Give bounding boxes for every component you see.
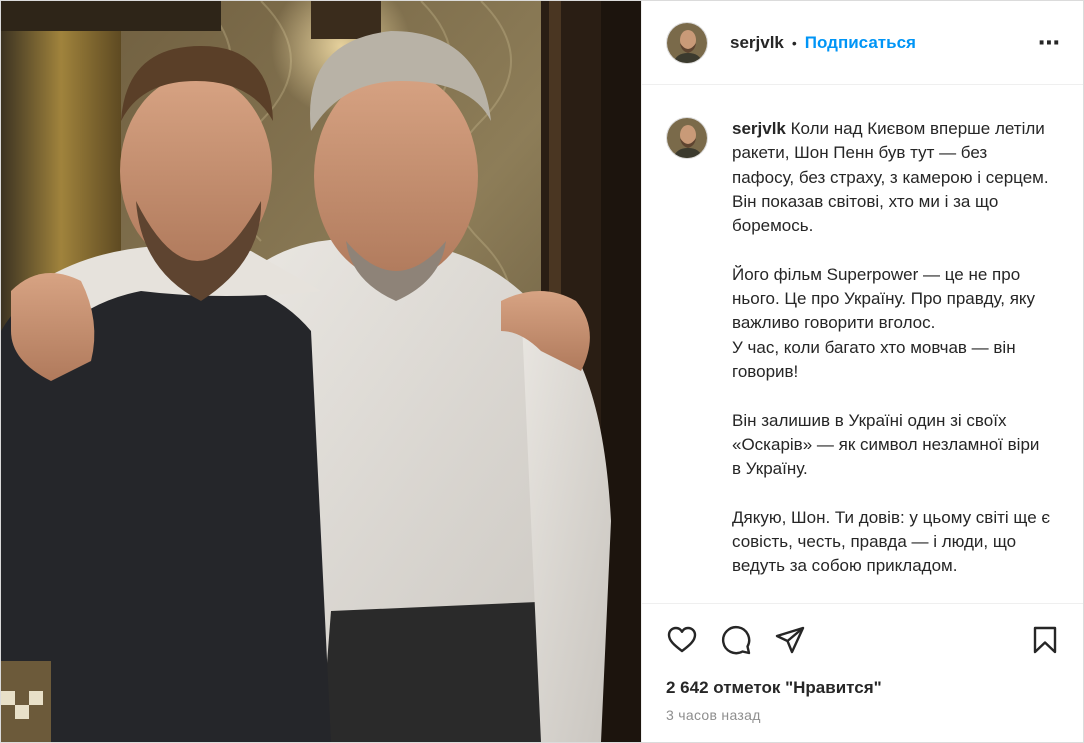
post-timestamp[interactable]: 3 часов назад	[642, 707, 1083, 723]
caption-line: У час, коли багато хто мовчав — він гово…	[732, 337, 1016, 381]
caption-paragraph: serjvlk Коли над Києвом вперше летіли ра…	[732, 117, 1052, 190]
action-bar	[642, 604, 1083, 676]
caption-line: Його фільм Superpower — це не про нього.…	[732, 264, 1036, 333]
caption-line: Він залишив в Україні один зі своїх «Оск…	[732, 410, 1040, 479]
avatar-image	[667, 118, 707, 158]
caption-area: serjvlk Коли над Києвом вперше летіли ра…	[642, 85, 1083, 604]
caption-gap	[732, 238, 1052, 262]
bookmark-icon[interactable]	[1029, 624, 1061, 656]
caption-line: Він показав світові, хто ми і за що боре…	[732, 191, 999, 236]
share-icon[interactable]	[774, 624, 806, 656]
caption-username[interactable]: serjvlk	[732, 119, 786, 138]
photo-illustration	[1, 1, 641, 742]
caption-avatar[interactable]	[666, 117, 708, 159]
caption-line: Дякую, Шон. Ти довів: у цьому світі ще є…	[732, 507, 1051, 576]
post-side-panel: serjvlk • Подписаться ⋯ serjvlk Коли над…	[641, 1, 1083, 742]
comment-icon[interactable]	[720, 624, 752, 656]
header-username[interactable]: serjvlk	[730, 33, 784, 53]
follow-button[interactable]: Подписаться	[805, 33, 916, 53]
likes-count[interactable]: 2 642 отметок "Нравится"	[642, 678, 1083, 698]
heart-icon[interactable]	[666, 624, 698, 656]
caption-gap	[732, 481, 1052, 505]
post-photo[interactable]	[1, 1, 641, 742]
instagram-post: serjvlk • Подписаться ⋯ serjvlk Коли над…	[0, 0, 1084, 743]
caption-gap	[732, 384, 1052, 408]
avatar[interactable]	[666, 21, 708, 64]
caption-text: serjvlk Коли над Києвом вперше летіли ра…	[732, 117, 1052, 603]
avatar-image	[667, 22, 707, 63]
post-header: serjvlk • Подписаться ⋯	[642, 1, 1083, 85]
separator-dot: •	[791, 34, 797, 51]
more-icon[interactable]: ⋯	[1038, 31, 1061, 54]
